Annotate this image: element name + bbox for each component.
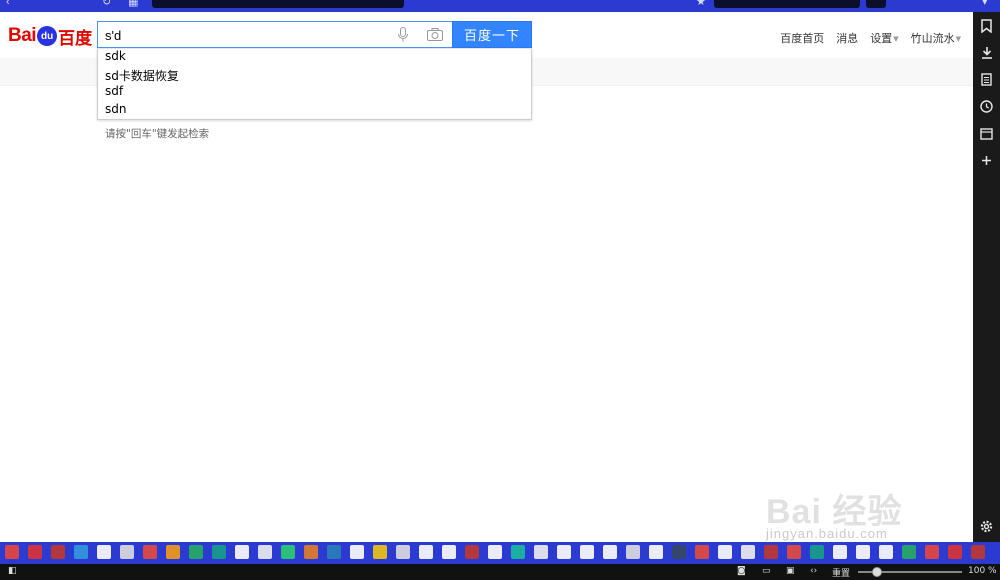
bookmark-favicon-icon[interactable] — [143, 545, 157, 559]
bookmark-favicon-icon[interactable] — [120, 545, 134, 559]
suggestion-item[interactable]: sdn — [98, 102, 531, 120]
bookmark-favicon-icon[interactable] — [350, 545, 364, 559]
history-icon[interactable] — [979, 99, 994, 114]
image-icon[interactable]: ▣ — [786, 566, 795, 576]
bookmark-favicon-icon[interactable] — [856, 545, 870, 559]
toolbar-search-box[interactable] — [714, 0, 860, 8]
bookmark-favicon-icon[interactable] — [649, 545, 663, 559]
bookmark-favicon-icon[interactable] — [327, 545, 341, 559]
logo-bai: Bai — [8, 25, 37, 46]
bookmark-favicon-icon[interactable] — [373, 545, 387, 559]
bookmark-favicon-icon[interactable] — [833, 545, 847, 559]
bookmark-favicon-icon[interactable] — [28, 545, 42, 559]
notes-icon[interactable] — [979, 72, 994, 87]
download-icon[interactable] — [979, 45, 994, 60]
link-messages[interactable]: 消息 — [836, 30, 858, 46]
window-icon[interactable] — [979, 126, 994, 141]
bookmark-favicon-icon[interactable] — [557, 545, 571, 559]
bookmark-favicon-icon[interactable] — [511, 545, 525, 559]
logo-du: du — [37, 26, 58, 46]
bookmark-icon[interactable] — [979, 18, 994, 33]
page-viewport: Bai du 百度 s'd 百度一下 百度首页 消息 设置▼ 竹山流水▼ sdk… — [0, 12, 973, 542]
status-bar: ◧ ◙ ▭ ▣ ‹› 重置 100 % — [0, 564, 1000, 580]
bookmark-favicon-icon[interactable] — [810, 545, 824, 559]
address-bar[interactable] — [152, 0, 404, 8]
link-user-label: 竹山流水 — [910, 32, 955, 45]
bookmark-favicon-icon[interactable] — [971, 545, 985, 559]
bookmark-favicon-icon[interactable] — [948, 545, 962, 559]
extension-button[interactable] — [866, 0, 886, 8]
bookmark-favicon-icon[interactable] — [534, 545, 548, 559]
browser-toolbar: ‹ ↻ ▦ ★ ▾ — [0, 0, 1000, 12]
bookmark-favicon-icon[interactable] — [281, 545, 295, 559]
bookmark-favicon-icon[interactable] — [97, 545, 111, 559]
bookmark-favicon-icon[interactable] — [626, 545, 640, 559]
bookmark-favicon-icon[interactable] — [764, 545, 778, 559]
zoom-level: 100 % — [968, 566, 997, 576]
bookmark-favicon-icon[interactable] — [672, 545, 686, 559]
logo-cn: 百度 — [58, 28, 93, 49]
bookmark-favicon-icon[interactable] — [419, 545, 433, 559]
search-button[interactable]: 百度一下 — [452, 21, 532, 48]
bookmark-favicon-icon[interactable] — [442, 545, 456, 559]
bookmark-favicon-icon[interactable] — [5, 545, 19, 559]
caret-down-icon: ▼ — [893, 35, 899, 43]
baidu-jingyan-watermark: Bai 经验 jingyan.baidu.com — [760, 482, 960, 542]
bookmark-favicon-icon[interactable] — [718, 545, 732, 559]
bookmark-favicon-icon[interactable] — [695, 545, 709, 559]
microphone-icon[interactable] — [397, 27, 409, 43]
suggestion-item[interactable]: sd卡数据恢复 — [98, 67, 531, 85]
caret-down-icon: ▼ — [955, 35, 961, 43]
bookmark-favicon-icon[interactable] — [465, 545, 479, 559]
watermark-url: jingyan.baidu.com — [766, 526, 888, 541]
camera-icon[interactable] — [427, 28, 443, 41]
bookmark-favicon-icon[interactable] — [580, 545, 594, 559]
back-icon[interactable]: ‹ — [6, 0, 10, 8]
search-form: s'd 百度一下 — [97, 21, 532, 48]
screenshot-icon[interactable]: ◙ — [737, 566, 746, 576]
menu-chevron-icon[interactable]: ▾ — [982, 0, 988, 8]
bookmark-favicon-icon[interactable] — [741, 545, 755, 559]
browser-sidebar — [973, 12, 1000, 542]
bookmark-favicon-icon[interactable] — [235, 545, 249, 559]
bookmark-favicon-icon[interactable] — [902, 545, 916, 559]
bookmark-favicon-icon[interactable] — [488, 545, 502, 559]
link-baidu-home[interactable]: 百度首页 — [780, 30, 824, 46]
bookmark-favicon-icon[interactable] — [925, 545, 939, 559]
enter-hint: 请按"回车"键发起检索 — [105, 128, 210, 140]
baidu-logo[interactable]: Bai du 百度 — [8, 22, 92, 50]
apps-icon[interactable]: ▦ — [128, 0, 138, 8]
reload-icon[interactable]: ↻ — [102, 0, 111, 8]
bookmark-favicon-icon[interactable] — [396, 545, 410, 559]
bookmark-favicon-icon[interactable] — [304, 545, 318, 559]
add-icon[interactable] — [979, 153, 994, 168]
bookmark-favicon-icon[interactable] — [51, 545, 65, 559]
bookmark-favicon-icon[interactable] — [166, 545, 180, 559]
link-settings-label: 设置 — [870, 32, 893, 45]
bookmark-favicon-icon[interactable] — [258, 545, 272, 559]
zoom-reset-label[interactable]: 重置 — [832, 566, 850, 579]
bookmark-favicon-icon[interactable] — [189, 545, 203, 559]
bookmark-favicon-icon[interactable] — [879, 545, 893, 559]
bookmark-favicon-icon[interactable] — [212, 545, 226, 559]
sidebar-toggle-icon[interactable]: ◧ — [8, 566, 17, 576]
settings-icon[interactable] — [979, 519, 994, 534]
suggestion-item[interactable]: sdf — [98, 84, 531, 102]
link-user[interactable]: 竹山流水▼ — [911, 30, 961, 46]
zoom-slider-handle[interactable] — [872, 567, 882, 577]
link-settings[interactable]: 设置▼ — [870, 30, 898, 46]
bookmark-favicon-icon[interactable] — [74, 545, 88, 559]
suggestion-item[interactable]: sdk — [98, 49, 531, 67]
bookmarks-bar — [0, 542, 1000, 564]
bookmark-favicon-icon[interactable] — [603, 545, 617, 559]
fullscreen-icon[interactable]: ▭ — [762, 566, 771, 576]
top-links: 百度首页 消息 设置▼ 竹山流水▼ — [780, 30, 961, 46]
bookmark-favicon-icon[interactable] — [787, 545, 801, 559]
suggestion-dropdown: sdk sd卡数据恢复 sdf sdn — [97, 48, 532, 120]
search-input-value: s'd — [105, 28, 122, 43]
bookmark-star-icon[interactable]: ★ — [696, 0, 706, 8]
code-icon[interactable]: ‹› — [810, 566, 817, 576]
